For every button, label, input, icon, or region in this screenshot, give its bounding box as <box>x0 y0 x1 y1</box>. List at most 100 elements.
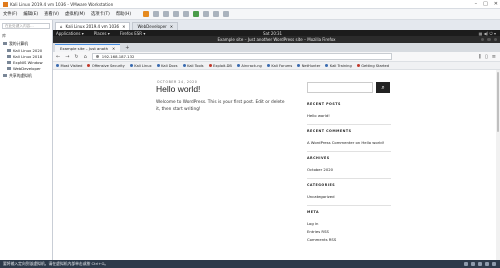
vm-icon <box>7 67 11 71</box>
cd-icon[interactable] <box>471 262 475 266</box>
pause-icon[interactable] <box>143 11 149 17</box>
close-tab-icon[interactable]: ✕ <box>122 24 125 29</box>
places-menu[interactable]: Places ▾ <box>94 31 110 36</box>
firefox-icon <box>356 64 360 67</box>
search-form: ⌕ <box>307 82 397 93</box>
usb-icon[interactable] <box>485 262 489 266</box>
firefox-title-bar: Example site – Just another WordPress si… <box>53 36 500 43</box>
hard-disk-icon[interactable] <box>464 262 468 266</box>
bookmark-item[interactable]: Getting Started <box>356 64 389 68</box>
menu-tabs[interactable]: 选项卡(T) <box>91 11 110 17</box>
kali-icon <box>325 64 329 67</box>
search-input[interactable] <box>307 82 373 93</box>
globe-icon <box>236 64 240 67</box>
shared-icon <box>3 74 7 78</box>
menu-icon[interactable]: ≡ <box>492 54 496 60</box>
forward-icon[interactable]: → <box>65 54 69 60</box>
url-bar[interactable]: 192.168.187.132 <box>91 53 392 60</box>
sound-icon[interactable] <box>492 262 496 266</box>
bookmark-item[interactable]: Aircrack-ng <box>236 64 262 68</box>
firefox-tab[interactable]: Example site – Just anoth ✕ <box>55 43 121 52</box>
new-tab-icon[interactable]: + <box>125 45 129 51</box>
window-title: Kali Linux 2019.4 vm 1036 - VMware Works… <box>10 1 114 7</box>
page-scrollbar[interactable] <box>496 70 500 260</box>
bookmarks-toolbar: Most Visited Offensive Security Kali Lin… <box>53 62 500 70</box>
status-text: 要将输入定向到该虚拟机，请在虚拟机内部单击或按 Ctrl+G。 <box>3 261 109 266</box>
library-panel: 在此处键入内容… 库 我的计算机 Kali Linux 2020 Kali Li… <box>0 20 53 260</box>
library-icon[interactable]: ⫼ <box>479 54 481 60</box>
minimize-icon[interactable]: – <box>475 1 478 7</box>
menu-help[interactable]: 帮助(H) <box>116 11 131 17</box>
vmware-title-bar: Kali Linux 2019.4 vm 1036 - VMware Works… <box>0 0 500 9</box>
vmware-status-bar: 要将输入定向到该虚拟机，请在虚拟机内部单击或按 Ctrl+G。 <box>0 260 500 268</box>
library-search-input[interactable]: 在此处键入内容… <box>2 23 50 29</box>
applications-menu[interactable]: Applications ▾ <box>56 31 84 36</box>
library-header: 库 <box>2 33 6 38</box>
minimize-icon[interactable] <box>480 37 484 42</box>
unity-icon[interactable] <box>203 11 209 17</box>
vm-icon <box>7 61 11 65</box>
scrollbar-thumb[interactable] <box>497 72 499 132</box>
menu-file[interactable]: 文件(F) <box>3 11 17 17</box>
globe-icon <box>87 64 91 67</box>
reload-icon[interactable]: ↻ <box>74 54 78 60</box>
revert-icon[interactable] <box>173 11 179 17</box>
tab-kali-vm[interactable]: ⌂ Kali Linux 2019.4 vm 1036 ✕ <box>55 22 131 30</box>
computer-icon <box>3 42 7 46</box>
bookmark-item[interactable]: Kali Docs <box>156 64 178 68</box>
bookmark-item[interactable]: NetHunter <box>297 64 320 68</box>
network-icon[interactable] <box>478 262 482 266</box>
gear-icon <box>56 64 59 67</box>
back-icon[interactable]: ← <box>56 54 60 60</box>
site-info-icon[interactable] <box>95 55 99 58</box>
bookmark-item[interactable]: Kali Training <box>325 64 352 68</box>
maximize-icon[interactable]: □ <box>483 1 488 7</box>
bookmark-item[interactable]: Most Visited <box>56 64 82 68</box>
bookmark-item[interactable]: Kali Linux <box>129 64 152 68</box>
post-title[interactable]: Hello world! <box>156 84 200 94</box>
fullscreen-icon[interactable] <box>193 11 199 17</box>
close-tab-icon[interactable]: ✕ <box>170 24 173 29</box>
toolbar <box>143 11 229 17</box>
maximize-icon[interactable] <box>487 37 491 42</box>
post-body: Welcome to WordPress. This is your first… <box>156 100 285 112</box>
close-tab-icon[interactable]: ✕ <box>112 46 115 51</box>
menu-edit[interactable]: 编辑(E) <box>23 11 38 17</box>
close-icon[interactable]: ✕ <box>494 1 498 7</box>
system-tray-icon[interactable]: ▦ ◀) ⏻ ▾ <box>479 31 496 36</box>
stretch-icon[interactable] <box>223 11 229 17</box>
bookmark-item[interactable]: Offensive Security <box>87 64 125 68</box>
sidebar-icon[interactable]: ▯ <box>485 54 488 60</box>
bookmark-item[interactable]: Kali Tools <box>182 64 204 68</box>
sidebar-widgets: ⌕ RECENT POSTS Hello world! RECENT COMME… <box>307 82 397 242</box>
library-shared-vms[interactable]: 共享的虚拟机 <box>0 72 52 79</box>
send-keys-icon[interactable] <box>153 11 159 17</box>
widget-link[interactable]: Comments RSS <box>307 237 397 242</box>
firefox-window-controls <box>480 37 497 42</box>
home-icon[interactable]: ⌂ <box>84 54 87 60</box>
window-controls: – □ ✕ <box>475 1 498 7</box>
navbar-tools: ⫼ ▯ ≡ <box>479 54 496 60</box>
vm-icon <box>7 54 11 58</box>
kali-icon <box>182 64 186 67</box>
menu-vm[interactable]: 虚拟机(M) <box>65 11 85 17</box>
clock[interactable]: Sat 20∶31 <box>263 31 282 36</box>
widget-link[interactable]: A WordPress Commenter on Hello world! <box>307 140 397 145</box>
menu-view[interactable]: 查看(V) <box>44 11 59 17</box>
kali-icon <box>297 64 301 67</box>
vm-tab-strip: ⌂ Kali Linux 2019.4 vm 1036 ✕ WebDevelop… <box>53 20 500 30</box>
bookmark-item[interactable]: Kali Forums <box>266 64 292 68</box>
bookmark-item[interactable]: Exploit-DB <box>208 64 232 68</box>
navigation-bar: ← → ↻ ⌂ 192.168.187.132 ⫼ ▯ ≡ <box>53 52 500 62</box>
search-button[interactable]: ⌕ <box>376 82 390 93</box>
close-icon[interactable] <box>493 37 497 42</box>
tab-webdeveloper[interactable]: WebDeveloper ✕ <box>132 22 179 30</box>
console-icon[interactable] <box>213 11 219 17</box>
kali-icon <box>129 64 133 67</box>
kali-icon <box>156 64 160 67</box>
device-icons <box>464 262 496 266</box>
firefox-app-menu[interactable]: Firefox ESR ▾ <box>120 31 146 36</box>
snapshot-icon[interactable] <box>163 11 169 17</box>
library-my-computer[interactable]: 我的计算机 <box>0 40 52 47</box>
manage-snapshots-icon[interactable] <box>183 11 189 17</box>
